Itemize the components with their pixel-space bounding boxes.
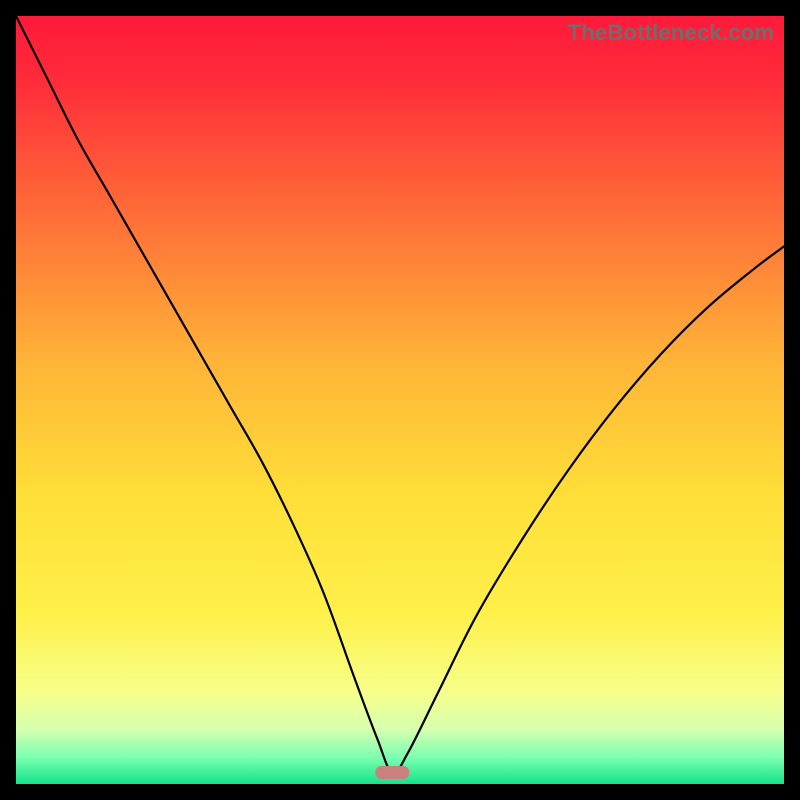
chart-frame: TheBottleneck.com [0,0,800,800]
gradient-background [16,16,784,784]
minimum-marker [375,766,409,779]
bottleneck-chart [16,16,784,784]
plot-area: TheBottleneck.com [16,16,784,784]
watermark-text: TheBottleneck.com [568,20,774,46]
